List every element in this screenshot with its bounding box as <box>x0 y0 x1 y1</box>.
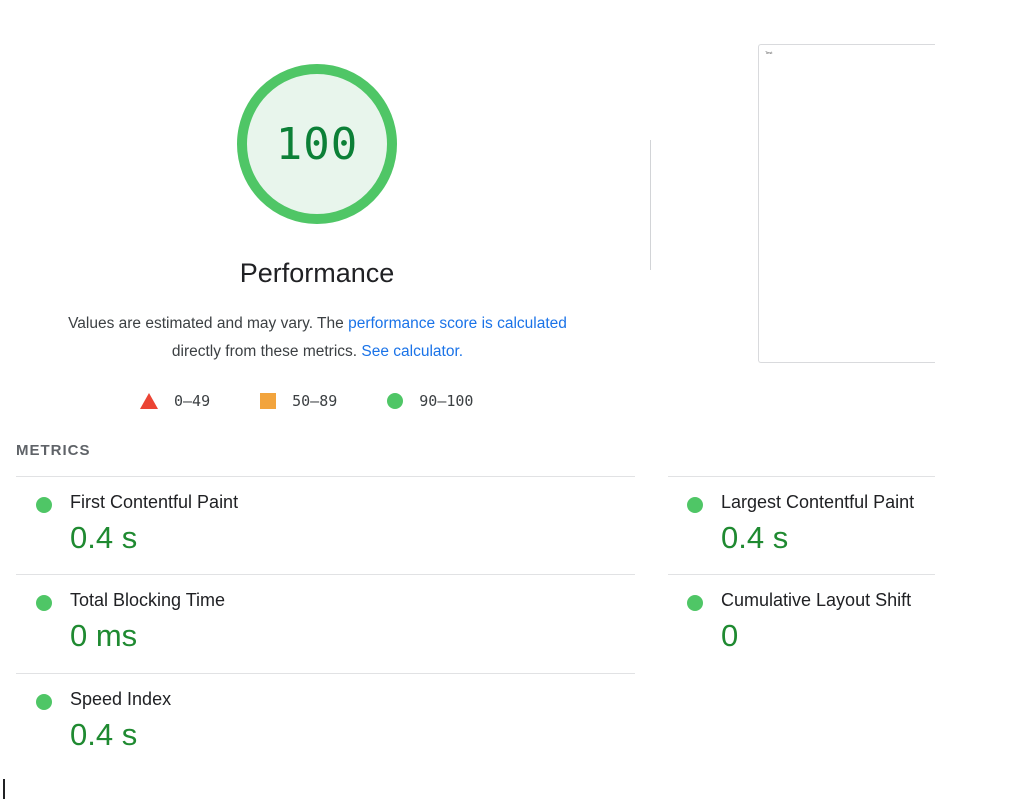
right-blank-area <box>935 0 1024 799</box>
legend-average-label: 50–89 <box>292 392 338 410</box>
pass-circle-icon <box>687 595 703 611</box>
vertical-divider <box>650 140 651 270</box>
category-description: Values are estimated and may vary. The p… <box>40 310 595 366</box>
gauge-score: 100 <box>275 118 359 170</box>
pass-circle-icon <box>36 497 52 513</box>
metric-divider <box>16 673 635 674</box>
pass-circle-icon <box>36 595 52 611</box>
text-cursor-icon <box>3 779 5 799</box>
category-title: Performance <box>239 258 395 288</box>
square-icon <box>260 393 277 409</box>
metric-divider <box>668 476 935 477</box>
metric-value: 0.4 s <box>721 520 789 555</box>
metrics-header: METRICS <box>16 442 91 459</box>
lighthouse-report: 100 Performance Values are estimated and… <box>0 0 1024 799</box>
metric-title: Largest Contentful Paint <box>721 492 915 512</box>
legend-fail-label: 0–49 <box>174 392 211 410</box>
description-text-2: directly from these metrics. <box>171 343 362 360</box>
triangle-icon <box>140 393 158 409</box>
legend-fail: 0–49 <box>140 392 210 410</box>
circle-icon <box>387 393 404 409</box>
legend-pass: 90–100 <box>387 392 473 410</box>
metric-title: Cumulative Layout Shift <box>721 590 912 610</box>
pass-circle-icon <box>36 694 52 710</box>
metric-divider <box>668 574 935 575</box>
description-text-1: Values are estimated and may vary. The <box>68 315 349 332</box>
see-calculator-link[interactable]: See calculator. <box>361 343 463 360</box>
metric-title: Speed Index <box>70 689 172 709</box>
final-screenshot[interactable]: Test <box>758 44 958 363</box>
metric-value: 0.4 s <box>70 520 138 555</box>
legend-pass-label: 90–100 <box>419 392 474 410</box>
metric-divider <box>16 476 635 477</box>
score-legend: 0–49 50–89 90–100 <box>140 387 473 415</box>
legend-average: 50–89 <box>260 392 337 410</box>
metric-value: 0 <box>721 618 739 653</box>
metric-title: Total Blocking Time <box>70 590 226 610</box>
metric-value: 0.4 s <box>70 717 138 752</box>
pass-circle-icon <box>687 497 703 513</box>
metric-value: 0 ms <box>70 618 138 653</box>
performance-score-link[interactable]: performance score is calculated <box>348 315 567 332</box>
metric-divider <box>16 574 635 575</box>
metric-title: First Contentful Paint <box>70 492 239 512</box>
screenshot-text: Test <box>765 50 773 55</box>
